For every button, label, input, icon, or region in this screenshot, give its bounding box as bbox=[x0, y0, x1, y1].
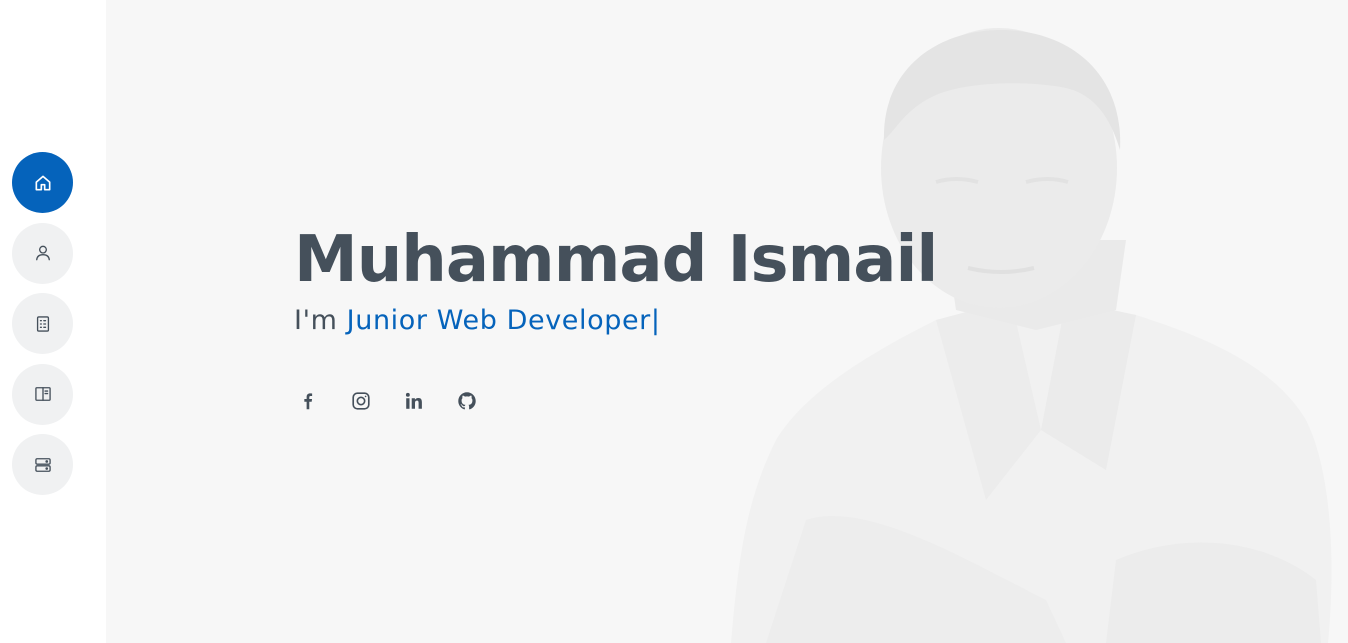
linkedin-icon bbox=[405, 392, 422, 409]
typed-role: Junior Web Developer bbox=[346, 304, 651, 336]
hero-name: Muhammad Ismail bbox=[294, 223, 938, 297]
typed-cursor: | bbox=[650, 304, 661, 336]
github-link[interactable] bbox=[455, 389, 479, 413]
nav-services-button[interactable] bbox=[12, 434, 73, 495]
facebook-icon bbox=[304, 393, 313, 410]
nav-resume-button[interactable] bbox=[12, 293, 73, 354]
file-text-icon bbox=[36, 315, 49, 332]
nav-home-button[interactable] bbox=[12, 152, 73, 213]
home-icon bbox=[35, 175, 51, 190]
sidebar-nav bbox=[12, 152, 74, 505]
instagram-icon bbox=[352, 392, 370, 410]
hero-tagline: I'm Junior Web Developer| bbox=[294, 305, 937, 336]
github-icon bbox=[458, 392, 476, 410]
user-icon bbox=[35, 245, 50, 261]
book-icon bbox=[34, 387, 51, 401]
facebook-link[interactable] bbox=[296, 389, 320, 413]
nav-portfolio-button[interactable] bbox=[12, 363, 73, 425]
social-links bbox=[296, 389, 508, 413]
linkedin-link[interactable] bbox=[402, 389, 426, 413]
nav-about-button[interactable] bbox=[12, 222, 73, 284]
instagram-link[interactable] bbox=[349, 389, 373, 413]
server-icon bbox=[34, 457, 51, 472]
tagline-prefix: I'm bbox=[294, 304, 347, 336]
hero-intro: Muhammad Ismail I'm Junior Web Developer… bbox=[294, 222, 938, 336]
